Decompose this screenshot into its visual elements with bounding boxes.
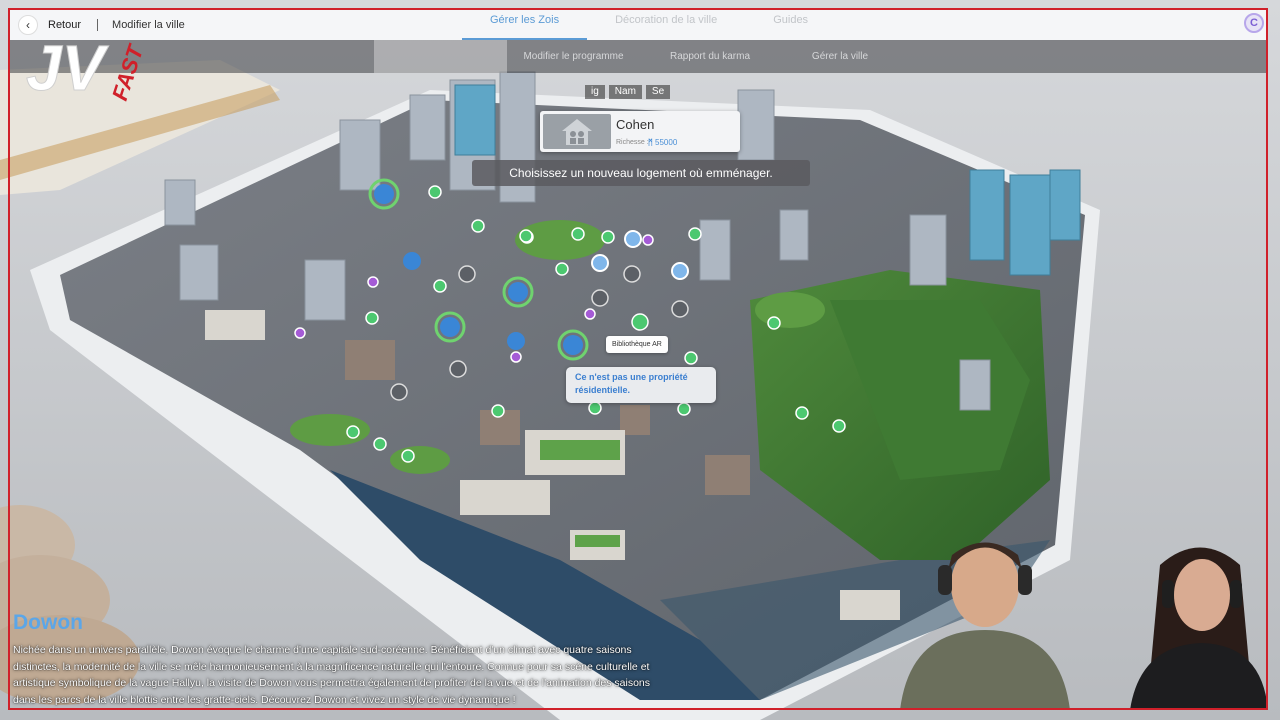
poi-message-tooltip: Ce n'est pas une propriété résidentielle…	[566, 367, 716, 403]
sub-navigation-bar: Modifier le programme Rapport du karma G…	[10, 40, 1268, 73]
webcam-overlay	[900, 542, 1268, 710]
tab-guides[interactable]: Guides	[745, 10, 836, 40]
filter-row: ig Nam Se	[585, 85, 674, 99]
household-card[interactable]: Cohen Richesse : ᛗ 55000	[540, 111, 740, 152]
subtab-manage-city[interactable]: Gérer la ville	[780, 40, 900, 73]
wealth-value: ᛗ 55000	[648, 138, 677, 147]
top-navigation-bar: ‹ Retour Modifier la ville Gérer les Zoi…	[10, 10, 1268, 40]
city-description: Nichée dans un univers parallèle, Dowon …	[13, 644, 651, 706]
logo-main-text: JV	[26, 32, 110, 104]
poi-name-tooltip: Bibliothèque AR	[606, 336, 668, 353]
wealth-amount: 55000	[655, 138, 678, 147]
family-house-icon	[562, 118, 592, 145]
filter-button[interactable]: Se	[645, 85, 671, 99]
user-avatar[interactable]: C	[1244, 13, 1264, 33]
logo-sub-text: FAST	[107, 41, 149, 104]
subtab-active[interactable]	[374, 40, 507, 73]
meow-currency-icon: ᛗ	[648, 138, 656, 147]
main-tabs: Gérer les Zois Décoration de la ville Gu…	[462, 10, 836, 40]
subtab-modify-schedule[interactable]: Modifier le programme	[507, 40, 640, 73]
tab-city-decoration[interactable]: Décoration de la ville	[587, 10, 745, 40]
filter-button[interactable]: ig	[585, 85, 605, 99]
filter-button[interactable]: Nam	[608, 85, 642, 99]
move-prompt: Choisissez un nouveau logement où emména…	[472, 160, 810, 186]
streamer-right	[1130, 547, 1268, 710]
subtab-karma-report[interactable]: Rapport du karma	[640, 40, 780, 73]
household-thumbnail	[543, 114, 611, 149]
streamer-left	[900, 542, 1070, 710]
jvfast-logo: JV FAST	[26, 32, 149, 105]
tab-manage-zois[interactable]: Gérer les Zois	[462, 10, 588, 40]
city-name: Dowon	[13, 611, 83, 634]
household-name: Cohen	[616, 117, 655, 132]
wealth-label: Richesse :	[616, 139, 649, 146]
